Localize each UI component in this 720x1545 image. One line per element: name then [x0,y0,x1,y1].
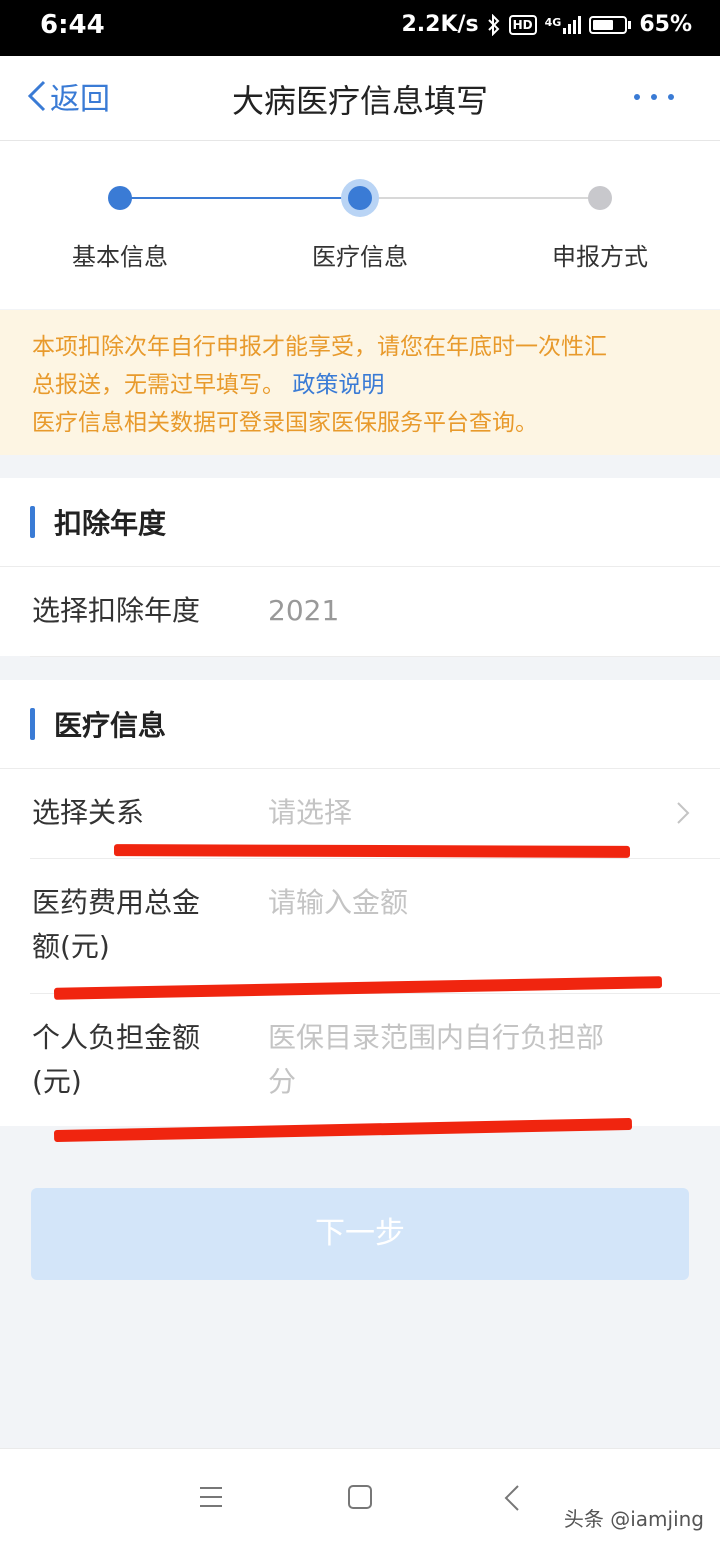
total-amount-input[interactable]: 请输入金额 [268,881,408,925]
hd-icon: HD [508,14,537,35]
deduction-year-label: 选择扣除年度 [32,594,201,627]
menu-icon[interactable] [198,1485,224,1509]
battery-percent: 65% [639,12,692,37]
step-label-basic: 基本信息 [72,243,168,271]
step-dot-medical [348,186,372,210]
personal-amount-label-line-2: (元) [32,1065,82,1098]
back-nav-icon[interactable] [503,1484,521,1512]
section-header: 扣除年度 [0,478,720,567]
section-title: 扣除年度 [54,507,167,540]
status-bar: 6:44 2.2K/s HD 4G 65% [0,0,720,56]
section-accent-bar [30,506,35,538]
personal-amount-label-line-1: 个人负担金额 [32,1021,201,1054]
step-connector-done [120,197,360,199]
chevron-right-icon [677,802,690,824]
personal-amount-input[interactable]: 医保目录范围内自行负担部 分 [268,1016,604,1104]
system-nav-bar: 头条 @iamjing [0,1448,720,1545]
status-indicators: 2.2K/s HD 4G 65% [401,12,692,37]
nav-bar: 返回 大病医疗信息填写 [0,56,720,141]
total-amount-row[interactable]: 医药费用总金 额(元) 请输入金额 [30,859,720,994]
step-label-declare: 申报方式 [552,243,648,271]
signal-icon: 4G [544,15,582,34]
step-dot-declare [588,186,612,210]
deduction-year-section: 扣除年度 选择扣除年度 2021 [0,478,720,657]
relation-select[interactable]: 请选择 [268,791,352,835]
relation-label: 选择关系 [32,796,145,829]
next-step-button[interactable]: 下一步 [31,1188,689,1280]
policy-link[interactable]: 政策说明 [292,372,384,398]
medical-info-section: 医疗信息 选择关系 请选择 医药费用总金 额(元) 请输入金额 个人负担金额 (… [0,680,720,1126]
network-speed: 2.2K/s [401,12,479,37]
status-time: 6:44 [40,10,105,40]
notice-banner: 本项扣除次年自行申报才能享受，请您在年底时一次性汇 总报送，无需过早填写。 政策… [0,310,720,455]
notice-line-2: 总报送，无需过早填写。 [32,372,285,398]
notice-line-1: 本项扣除次年自行申报才能享受，请您在年底时一次性汇 [32,334,607,360]
watermark: 头条 @iamjing [563,1507,704,1531]
personal-amount-row[interactable]: 个人负担金额 (元) 医保目录范围内自行负担部 分 [30,994,720,1128]
notice-line-3: 医疗信息相关数据可登录国家医保服务平台查询。 [32,410,538,436]
home-icon[interactable] [347,1484,373,1510]
red-annotation-stroke [113,844,631,858]
total-amount-label-line-1: 医药费用总金 [32,886,201,919]
total-amount-label-line-2: 额(元) [32,930,110,963]
step-connector-pending [360,197,600,199]
more-dots-icon [634,94,640,100]
more-menu-button[interactable] [634,82,674,112]
deduction-year-value: 2021 [268,594,340,627]
step-dot-basic [108,186,132,210]
section-title: 医疗信息 [54,709,167,742]
battery-icon [589,15,628,34]
bluetooth-icon [487,13,500,36]
total-amount-label: 医药费用总金 额(元) [32,881,242,969]
signal-type: 4G [544,15,562,29]
personal-amount-placeholder-line-2: 分 [268,1065,297,1098]
progress-stepper: 基本信息 医疗信息 申报方式 [0,141,720,309]
step-label-medical: 医疗信息 [312,243,408,271]
personal-amount-label: 个人负担金额 (元) [32,1016,242,1104]
section-accent-bar [30,708,35,740]
section-header: 医疗信息 [0,680,720,769]
personal-amount-placeholder-line-1: 医保目录范围内自行负担部 [268,1021,605,1054]
deduction-year-row[interactable]: 选择扣除年度 2021 [30,567,720,657]
page-title: 大病医疗信息填写 [231,82,488,120]
